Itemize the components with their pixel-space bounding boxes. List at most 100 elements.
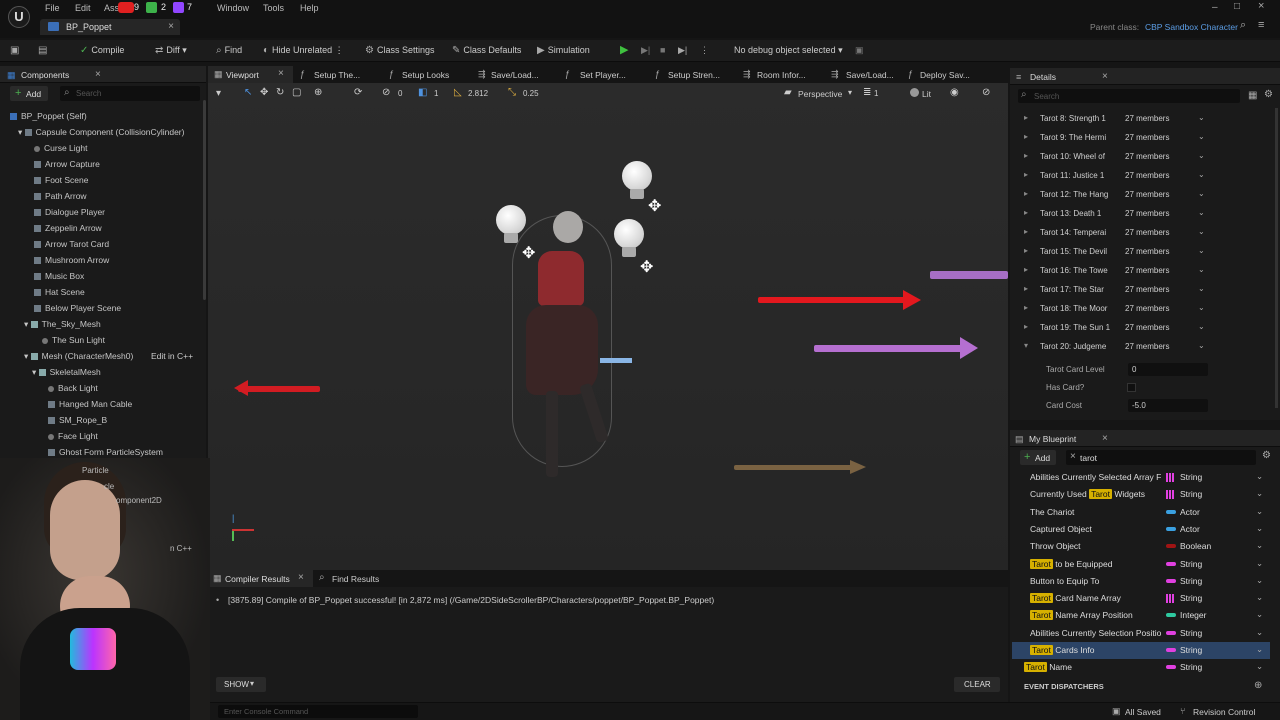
coordinate-space-icon[interactable]: ⊕ (314, 87, 322, 98)
light-bulb-icon[interactable] (620, 161, 654, 201)
my-blueprint-search-input[interactable]: × tarot (1066, 450, 1256, 465)
tree-item-below-player-scene[interactable]: Below Player Scene (34, 303, 121, 313)
stop-icon[interactable]: ■ (660, 45, 665, 55)
expand-arrow-icon[interactable]: ▸ (1024, 227, 1028, 236)
menu-lines-icon[interactable]: ≡ (1258, 19, 1264, 31)
parent-class-link[interactable]: CBP Sandbox Character (1145, 22, 1238, 32)
translate-icon[interactable]: ✥ (260, 87, 268, 98)
tree-item-dialogue-player[interactable]: Dialogue Player (34, 207, 105, 217)
variable-type[interactable]: String (1180, 628, 1202, 638)
variable-row[interactable]: Abilities Currently Selection Positio Str… (1012, 625, 1270, 642)
detail-row[interactable]: ▸ Tarot 16: The Towe 27 members ⌄ (1010, 262, 1280, 281)
layers-icon[interactable]: ≣ (863, 87, 871, 98)
chevron-down-icon[interactable]: ⌄ (1256, 488, 1263, 499)
settings-gear-icon[interactable]: ⚙ (1264, 89, 1273, 100)
tree-item-hat-scene[interactable]: Hat Scene (34, 287, 85, 297)
detail-row[interactable]: ▸ Tarot 9: The Hermi 27 members ⌄ (1010, 129, 1280, 148)
tab-room-info[interactable]: Room Infor... (757, 70, 806, 80)
variable-type[interactable]: String (1180, 593, 1202, 603)
tab-viewport[interactable]: ▦ Viewport × (208, 66, 293, 83)
window-close-icon[interactable]: × (1258, 0, 1264, 12)
purple-arrow-right[interactable] (930, 271, 1008, 279)
tarot-card-level-input[interactable]: 0 (1128, 363, 1208, 376)
card-cost-input[interactable]: -5.0 (1128, 399, 1208, 412)
menu-file[interactable]: File (45, 3, 60, 13)
chevron-down-icon[interactable]: ⌄ (1256, 627, 1263, 638)
variable-type[interactable]: Boolean (1180, 541, 1211, 551)
tree-item-path-arrow[interactable]: Path Arrow (34, 191, 87, 201)
row-chevron-icon[interactable]: ⌄ (1198, 341, 1205, 350)
chevron-down-icon[interactable]: ⌄ (1256, 506, 1263, 517)
tree-item-curse-light[interactable]: Curse Light (34, 143, 87, 153)
variable-row[interactable]: Currently Used Tarot Widgets String ⌄ (1012, 486, 1270, 503)
console-command-input[interactable]: Enter Console Command (218, 705, 418, 718)
tree-item-sun-light[interactable]: The Sun Light (42, 335, 105, 345)
components-scrollbar[interactable] (203, 100, 206, 300)
detail-row[interactable]: ▸ Tarot 12: The Hang 27 members ⌄ (1010, 186, 1280, 205)
tab-setup-strength[interactable]: Setup Stren... (668, 70, 720, 80)
components-search-input[interactable]: ⌕ Search (60, 86, 200, 101)
variable-row[interactable]: Captured Object Actor ⌄ (1012, 521, 1270, 538)
variable-row[interactable]: Tarot to be Equipped String ⌄ (1012, 556, 1270, 573)
debug-browse-icon[interactable]: ▣ (855, 45, 864, 56)
components-close-icon[interactable]: × (95, 69, 101, 80)
angle-snap-icon[interactable]: ◺ (454, 87, 462, 98)
chevron-down-icon[interactable]: ⌄ (1256, 471, 1263, 482)
tab-save-load-2[interactable]: Save/Load... (846, 70, 894, 80)
simulation-button[interactable]: ▶ Simulation (537, 45, 590, 56)
unreal-logo-icon[interactable]: U (8, 6, 30, 28)
light-bulb-icon[interactable] (612, 219, 646, 259)
variable-type[interactable]: String (1180, 645, 1202, 655)
variable-type[interactable]: Actor (1180, 507, 1200, 517)
tree-item-zeppelin-arrow[interactable]: Zeppelin Arrow (34, 223, 102, 233)
menu-edit[interactable]: Edit (75, 3, 91, 13)
detail-row[interactable]: ▸ Tarot 18: The Moor 27 members ⌄ (1010, 300, 1280, 319)
show-button[interactable]: SHOW ▾ (216, 677, 266, 692)
detail-row[interactable]: ▸ Tarot 13: Death 1 27 members ⌄ (1010, 205, 1280, 224)
compile-message[interactable]: [3875.89] Compile of BP_Poppet successfu… (228, 595, 714, 605)
detail-row[interactable]: ▸ Tarot 19: The Sun 1 27 members ⌄ (1010, 319, 1280, 338)
chevron-down-icon[interactable]: ⌄ (1256, 661, 1263, 672)
event-dispatchers-header[interactable]: EVENT DISPATCHERS (1024, 682, 1104, 691)
step-icon[interactable]: ▶| (641, 45, 650, 56)
detail-row[interactable]: ▸ Tarot 8: Strength 1 27 members ⌄ (1010, 110, 1280, 129)
tree-item-capsule[interactable]: ▾ Capsule Component (CollisionCylinder) (18, 127, 184, 138)
chevron-down-icon[interactable]: ⌄ (1256, 644, 1263, 655)
variable-type[interactable]: String (1180, 472, 1202, 482)
close-icon[interactable]: × (168, 21, 174, 32)
tab-setup-looks[interactable]: Setup Looks (402, 70, 449, 80)
tree-item-ghost-form[interactable]: Ghost Form ParticleSystem (48, 447, 163, 457)
row-chevron-icon[interactable]: ⌄ (1198, 151, 1205, 160)
row-chevron-icon[interactable]: ⌄ (1198, 284, 1205, 293)
search-icon[interactable]: ⌕ (1240, 19, 1246, 32)
variable-type[interactable]: Integer (1180, 610, 1206, 620)
expand-arrow-icon[interactable]: ▸ (1024, 303, 1028, 312)
detail-row[interactable]: ▸ Tarot 11: Justice 1 27 members ⌄ (1010, 167, 1280, 186)
save-icon[interactable]: ▣ (10, 45, 22, 56)
expand-arrow-icon[interactable]: ▸ (1024, 322, 1028, 331)
row-chevron-icon[interactable]: ⌄ (1198, 132, 1205, 141)
tree-root[interactable]: BP_Poppet (Self) (10, 111, 87, 121)
expand-arrow-icon[interactable]: ▸ (1024, 189, 1028, 198)
tree-item-sky-mesh[interactable]: ▾ The_Sky_Mesh (24, 319, 101, 330)
class-settings-button[interactable]: ⚙ Class Settings (365, 45, 435, 56)
scale-snap-value[interactable]: 0.25 (523, 89, 539, 98)
variable-type[interactable]: String (1180, 489, 1202, 499)
purple-arrow-component[interactable] (814, 345, 964, 352)
skip-icon[interactable]: ▶| (678, 45, 687, 56)
move-gizmo-icon[interactable]: ✥ (640, 257, 653, 277)
variable-row[interactable]: Button to Equip To String ⌄ (1012, 573, 1270, 590)
collapse-arrow-icon[interactable]: ▾ (1024, 341, 1028, 350)
viewport-options-icon[interactable]: ⊘ (982, 87, 990, 98)
row-chevron-icon[interactable]: ⌄ (1198, 208, 1205, 217)
tab-find-results[interactable]: ⌕ Find Results (316, 570, 396, 587)
tree-item-face-light[interactable]: Face Light (48, 431, 98, 441)
scale-icon[interactable]: ▢ (292, 87, 301, 98)
red-arrow-left[interactable] (238, 386, 320, 392)
row-chevron-icon[interactable]: ⌄ (1198, 113, 1205, 122)
chevron-down-icon[interactable]: ⌄ (1256, 592, 1263, 603)
tab-bp-poppet[interactable]: BP_Poppet × (40, 19, 180, 35)
menu-tools[interactable]: Tools (263, 3, 284, 13)
row-chevron-icon[interactable]: ⌄ (1198, 322, 1205, 331)
blue-arrow-component[interactable] (600, 358, 632, 363)
